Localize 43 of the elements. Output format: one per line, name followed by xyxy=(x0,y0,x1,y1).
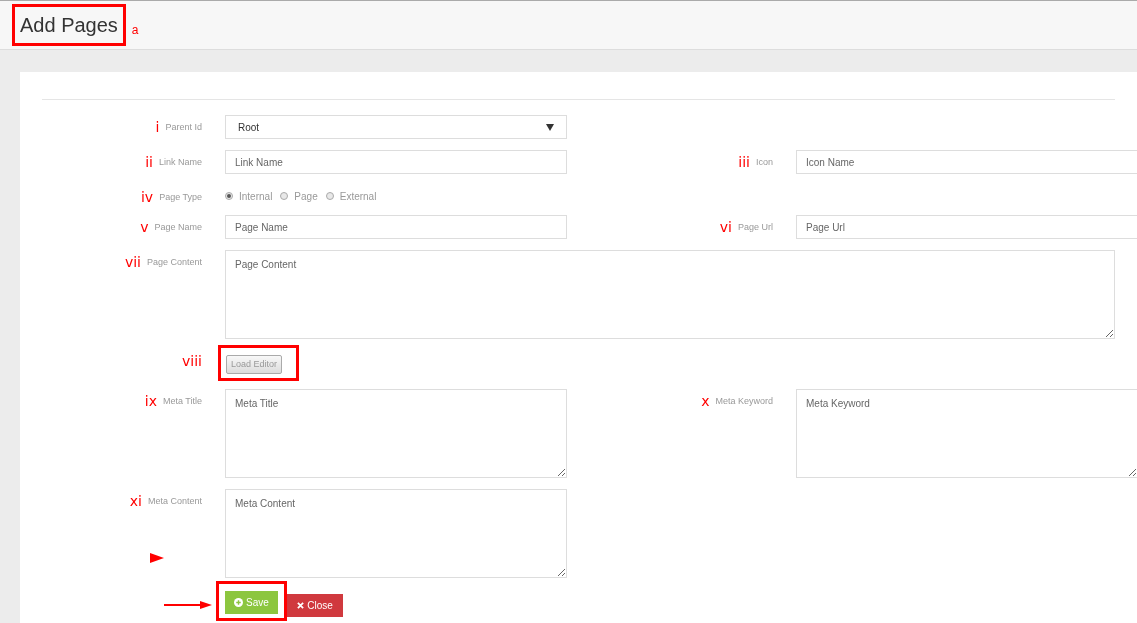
caret-icon xyxy=(546,123,554,131)
parent-select[interactable]: Root xyxy=(225,115,567,139)
annotation-marker: ii xyxy=(145,156,153,168)
annotation-marker: i xyxy=(155,121,160,133)
annotation-marker: v xyxy=(140,221,149,233)
radio-button[interactable] xyxy=(325,192,334,200)
annotation-marker: ix xyxy=(144,395,157,407)
field-label: Parent Id xyxy=(165,121,202,133)
radio-button[interactable] xyxy=(280,192,289,200)
field-label: Meta Keyword xyxy=(715,395,773,407)
radio-label: Internal xyxy=(239,189,273,204)
annotation-marker: xi xyxy=(129,495,142,507)
field-label: Icon xyxy=(756,156,773,168)
text-area[interactable]: Meta Title xyxy=(225,389,567,478)
field-label: Page Name xyxy=(154,221,202,233)
radio-label: Page xyxy=(294,189,318,204)
text-area[interactable]: Meta Content xyxy=(225,489,567,578)
annotation-marker: a xyxy=(131,22,139,39)
field-label: Link Name xyxy=(158,156,202,168)
field-label: Page Content xyxy=(146,256,202,268)
field-label: Meta Title xyxy=(163,395,202,407)
text-area[interactable]: Meta Keyword xyxy=(796,389,1137,478)
field-label: Page Url xyxy=(738,221,773,233)
input-field[interactable]: Link Name xyxy=(225,150,567,174)
load-editor-button[interactable]: Load Editor xyxy=(226,355,283,374)
annotation-marker: x xyxy=(701,395,710,407)
plus-circle-icon xyxy=(234,598,244,607)
radio-button[interactable] xyxy=(225,192,233,200)
annotation-marker: vi xyxy=(719,221,732,233)
radio-label: External xyxy=(339,189,377,204)
annotation-marker: iv xyxy=(140,191,154,203)
close-icon xyxy=(297,601,305,609)
page-title: Add Pages xyxy=(20,13,118,38)
annotation-marker: vii xyxy=(124,256,141,268)
annotation-marker: viii xyxy=(182,355,202,367)
input-field[interactable]: Page Url xyxy=(796,215,1137,239)
field-label: Meta Content xyxy=(147,495,202,507)
field-label: Page Type xyxy=(159,191,202,203)
annotation-marker: iii xyxy=(738,156,750,168)
input-field[interactable]: Page Name xyxy=(225,215,567,239)
close-button[interactable]: Close xyxy=(287,593,343,617)
text-area[interactable]: Page Content xyxy=(225,250,1115,339)
input-field[interactable]: Icon Name xyxy=(796,150,1137,174)
